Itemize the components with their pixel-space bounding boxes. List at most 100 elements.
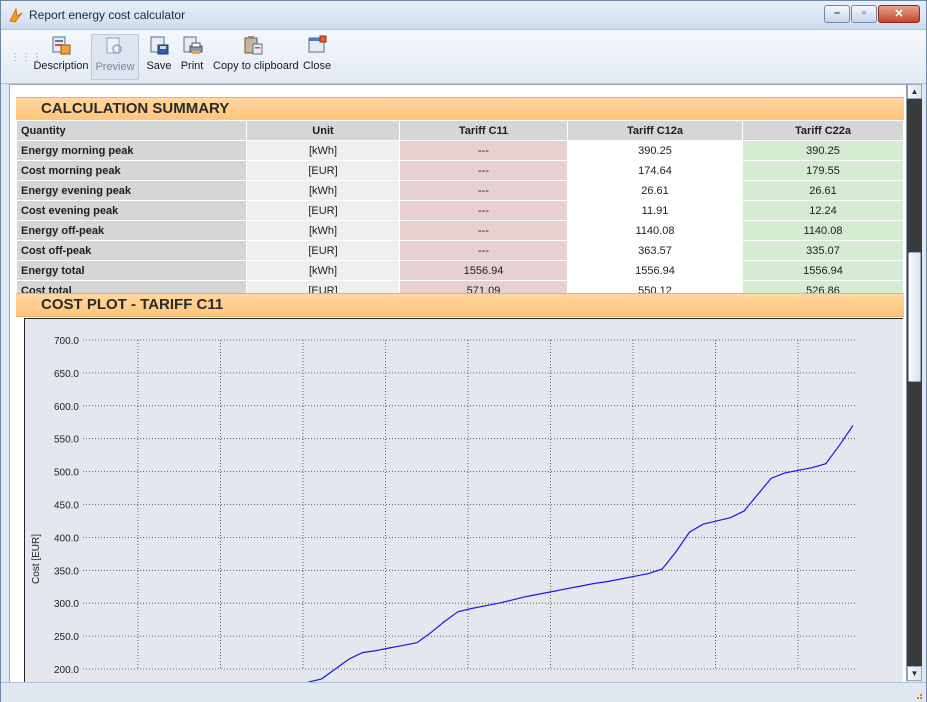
clipboard-icon (244, 36, 263, 55)
close-window-button[interactable]: ✕ (878, 5, 920, 23)
unit-cell: [kWh] (246, 220, 400, 241)
printer-icon (183, 36, 203, 54)
cost-plot-header: COST PLOT - TARIFF C11 (16, 293, 904, 317)
tariff-c11-cell: 1556.94 (399, 260, 568, 281)
y-tick-label: 500.0 (54, 468, 79, 479)
header-tariff-c22a: Tariff C22a (742, 120, 904, 141)
quantity-cell: Energy evening peak (16, 180, 247, 201)
tariff-c11-cell: --- (399, 200, 568, 221)
preview-label: Preview (95, 61, 135, 73)
tariff-c12a-cell: 363.57 (567, 240, 743, 261)
table-row: Energy total [kWh] 1556.94 1556.94 1556.… (16, 260, 904, 281)
table-header-row: Quantity Unit Tariff C11 Tariff C12a Tar… (16, 120, 904, 141)
description-icon (52, 36, 71, 55)
calculation-summary-header: CALCULATION SUMMARY (16, 97, 904, 121)
tariff-c11-cell: --- (399, 240, 568, 261)
cost-plot-title: COST PLOT - TARIFF C11 (41, 296, 224, 313)
minimize-button[interactable]: – (824, 5, 850, 23)
tariff-c22a-cell: 26.61 (742, 180, 904, 201)
scroll-down-arrow[interactable]: ▼ (907, 666, 922, 681)
unit-cell: [EUR] (246, 160, 400, 181)
toolbar: ⋮⋮⋮ Description Preview Save Print Copy … (1, 30, 926, 84)
scroll-up-arrow[interactable]: ▲ (907, 84, 922, 99)
table-row: Energy off-peak [kWh] --- 1140.08 1140.0… (16, 220, 904, 241)
close-report-button[interactable]: Close (302, 34, 332, 78)
unit-cell: [EUR] (246, 200, 400, 221)
maximize-button[interactable]: ▫ (851, 5, 877, 23)
y-tick-label: 400.0 (54, 533, 79, 544)
report-viewer[interactable]: CALCULATION SUMMARY Quantity Unit Tariff… (9, 84, 908, 683)
table-row: Cost evening peak [EUR] --- 11.91 12.24 (16, 200, 904, 221)
header-quantity: Quantity (16, 120, 247, 141)
tariff-c22a-cell: 179.55 (742, 160, 904, 181)
window-controls: – ▫ ✕ (823, 5, 920, 24)
y-tick-label: 600.0 (54, 402, 79, 413)
preview-icon (106, 37, 122, 54)
preview-button[interactable]: Preview (91, 34, 139, 80)
calculation-summary-table: Quantity Unit Tariff C11 Tariff C12a Tar… (16, 120, 904, 301)
report-window: Report energy cost calculator – ▫ ✕ ⋮⋮⋮ … (0, 0, 927, 702)
table-row: Energy evening peak [kWh] --- 26.61 26.6… (16, 180, 904, 201)
tariff-c11-cell: --- (399, 180, 568, 201)
tariff-c22a-cell: 1556.94 (742, 260, 904, 281)
save-button[interactable]: Save (145, 34, 173, 78)
save-icon (150, 36, 169, 55)
y-tick-label: 450.0 (54, 501, 79, 512)
tariff-c22a-cell: 12.24 (742, 200, 904, 221)
cost-plot-panel: 700.0 650.0 600.0 550.0 500.0 450.0 400.0 350.0… (24, 318, 903, 682)
plot-background (25, 319, 903, 682)
close-report-icon (308, 35, 327, 53)
window-title: Report energy cost calculator (29, 8, 186, 22)
unit-cell: [EUR] (246, 240, 400, 261)
vertical-scrollbar[interactable]: ▲ ▼ (906, 84, 922, 681)
app-logo-icon (9, 7, 23, 23)
table-row: Energy morning peak [kWh] --- 390.25 390… (16, 140, 904, 161)
tariff-c22a-cell: 390.25 (742, 140, 904, 161)
tariff-c11-cell: --- (399, 220, 568, 241)
tariff-c11-cell: --- (399, 140, 568, 161)
y-tick-label: 550.0 (54, 435, 79, 446)
save-label: Save (146, 60, 172, 72)
table-row: Cost morning peak [EUR] --- 174.64 179.5… (16, 160, 904, 181)
print-button[interactable]: Print (178, 34, 206, 78)
y-tick-label: 250.0 (54, 632, 79, 643)
description-label: Description (33, 60, 89, 72)
tariff-c11-cell: --- (399, 160, 568, 181)
tariff-c12a-cell: 174.64 (567, 160, 743, 181)
quantity-cell: Cost morning peak (16, 160, 247, 181)
tariff-c22a-cell: 335.07 (742, 240, 904, 261)
copy-to-clipboard-label: Copy to clipboard (213, 60, 299, 72)
tariff-c12a-cell: 26.61 (567, 180, 743, 201)
header-tariff-c12a: Tariff C12a (567, 120, 743, 141)
y-tick-label: 650.0 (54, 369, 79, 380)
y-tick-label: 700.0 (54, 336, 79, 347)
y-tick-label: 300.0 (54, 599, 79, 610)
unit-cell: [kWh] (246, 140, 400, 161)
header-tariff-c11: Tariff C11 (399, 120, 568, 141)
resize-grip-icon[interactable] (913, 690, 923, 700)
unit-cell: [kWh] (246, 260, 400, 281)
quantity-cell: Energy morning peak (16, 140, 247, 161)
scrollbar-thumb[interactable] (908, 252, 921, 382)
y-tick-label: 200.0 (54, 665, 79, 676)
table-row: Cost off-peak [EUR] --- 363.57 335.07 (16, 240, 904, 261)
tariff-c12a-cell: 1556.94 (567, 260, 743, 281)
header-unit: Unit (246, 120, 400, 141)
quantity-cell: Cost evening peak (16, 200, 247, 221)
quantity-cell: Cost off-peak (16, 240, 247, 261)
description-button[interactable]: Description (33, 34, 89, 78)
print-label: Print (180, 60, 204, 72)
quantity-cell: Energy off-peak (16, 220, 247, 241)
maximize-icon: ▫ (862, 7, 866, 19)
calculation-summary-title: CALCULATION SUMMARY (41, 100, 230, 117)
quantity-cell: Energy total (16, 260, 247, 281)
minimize-icon: – (833, 7, 841, 19)
tariff-c12a-cell: 390.25 (567, 140, 743, 161)
tariff-c22a-cell: 1140.08 (742, 220, 904, 241)
unit-cell: [kWh] (246, 180, 400, 201)
close-icon: ✕ (894, 8, 904, 20)
title-bar[interactable]: Report energy cost calculator – ▫ ✕ (1, 1, 926, 30)
copy-to-clipboard-button[interactable]: Copy to clipboard (213, 34, 299, 78)
tariff-c12a-cell: 1140.08 (567, 220, 743, 241)
y-axis-label: Cost [EUR] (31, 534, 42, 584)
